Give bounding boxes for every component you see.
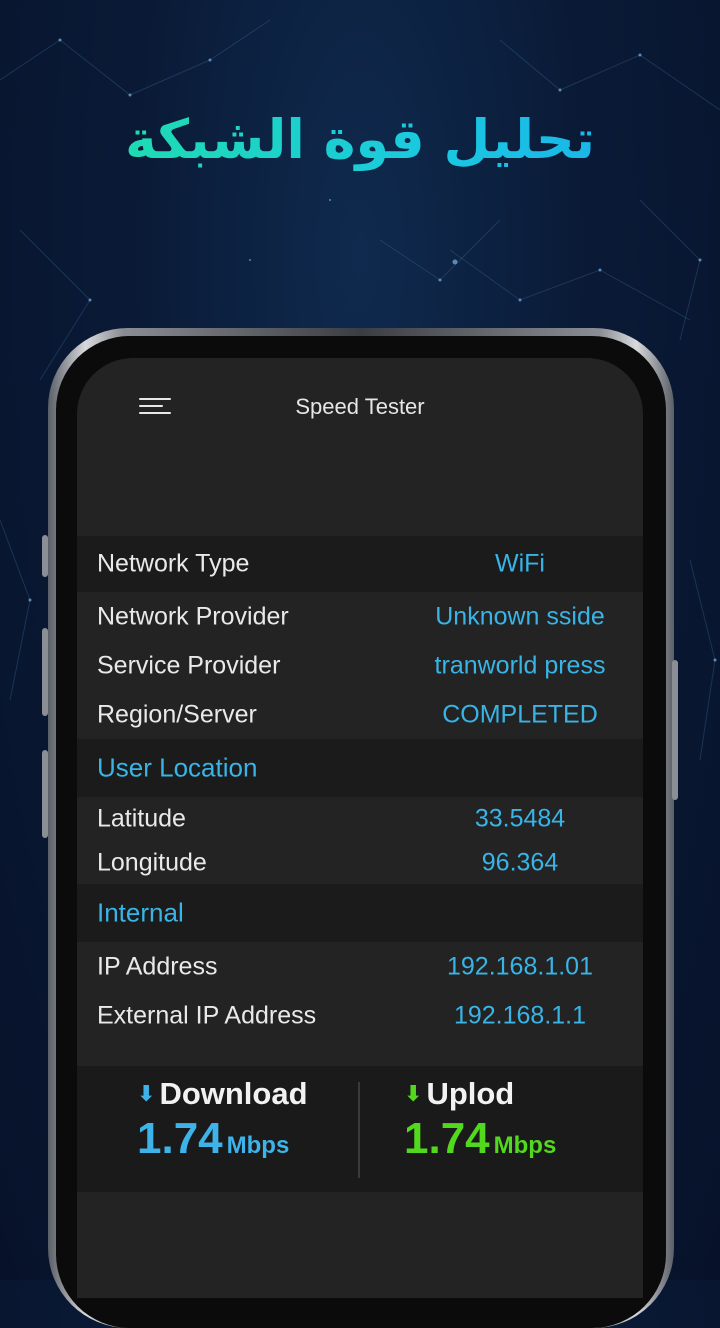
external-ip-value: 192.168.1.1 — [453, 1001, 587, 1029]
longitude-row: Longitude 96.364 — [77, 841, 643, 884]
ip-address-value: 192.168.1.01 — [447, 952, 593, 980]
network-info-list: Network Type WiFi Network Provider Unkno… — [77, 536, 643, 1040]
phone-power-button — [672, 660, 678, 800]
ip-address-label: IP Address — [97, 952, 218, 980]
upload-block: ⬇ Uplod 1.74 Mbps — [404, 1076, 556, 1164]
network-type-label: Network Type — [97, 549, 250, 578]
download-label: Download — [159, 1076, 308, 1111]
region-server-row: Region/Server COMPLETED — [77, 690, 643, 739]
latitude-row: Latitude 33.5484 — [77, 797, 643, 841]
promo-headline: تحليل قوة الشبكة — [0, 108, 720, 171]
phone-side-button — [42, 750, 48, 838]
network-provider-row: Network Provider Unknown sside — [77, 592, 643, 641]
app-title: Speed Tester — [295, 394, 425, 419]
network-provider-label: Network Provider — [97, 602, 289, 630]
service-provider-label: Service Provider — [97, 651, 281, 679]
speed-summary-panel: ⬇ Download 1.74 Mbps ⬇ Uplod 1.74 Mbps — [77, 1066, 643, 1192]
upload-unit: Mbps — [493, 1132, 557, 1159]
download-value: 1.74 — [137, 1114, 223, 1163]
arrow-down-icon: ⬇ — [137, 1081, 156, 1106]
region-server-value: COMPLETED — [442, 700, 598, 728]
phone-side-button — [42, 535, 48, 577]
arrow-down-icon: ⬇ — [404, 1081, 423, 1106]
longitude-label: Longitude — [97, 848, 207, 876]
section-internal: Internal — [77, 884, 643, 942]
external-ip-row: External IP Address 192.168.1.1 — [77, 991, 643, 1040]
network-provider-value: Unknown sside — [435, 602, 605, 630]
app-screen: Speed Tester Network Type WiFi Network P… — [77, 358, 643, 1298]
internal-heading: Internal — [97, 897, 184, 928]
latitude-value: 33.5484 — [474, 804, 566, 833]
longitude-value: 96.364 — [481, 848, 559, 876]
network-type-value: WiFi — [495, 549, 545, 578]
service-provider-row: Service Provider tranworld press — [77, 641, 643, 690]
speed-divider — [358, 1082, 360, 1178]
download-block: ⬇ Download 1.74 Mbps — [137, 1076, 308, 1164]
latitude-label: Latitude — [97, 804, 186, 833]
app-bar: Speed Tester — [77, 358, 643, 458]
upload-label: Uplod — [426, 1076, 515, 1111]
phone-side-button — [42, 628, 48, 716]
external-ip-label: External IP Address — [97, 1001, 317, 1029]
service-provider-value: tranworld press — [434, 651, 606, 679]
user-location-heading: User Location — [97, 752, 258, 783]
download-unit: Mbps — [226, 1132, 290, 1159]
network-type-row: Network Type WiFi — [77, 536, 643, 592]
ip-address-row: IP Address 192.168.1.01 — [77, 942, 643, 991]
region-server-label: Region/Server — [97, 700, 257, 728]
upload-value: 1.74 — [404, 1114, 490, 1163]
section-user-location: User Location — [77, 739, 643, 797]
